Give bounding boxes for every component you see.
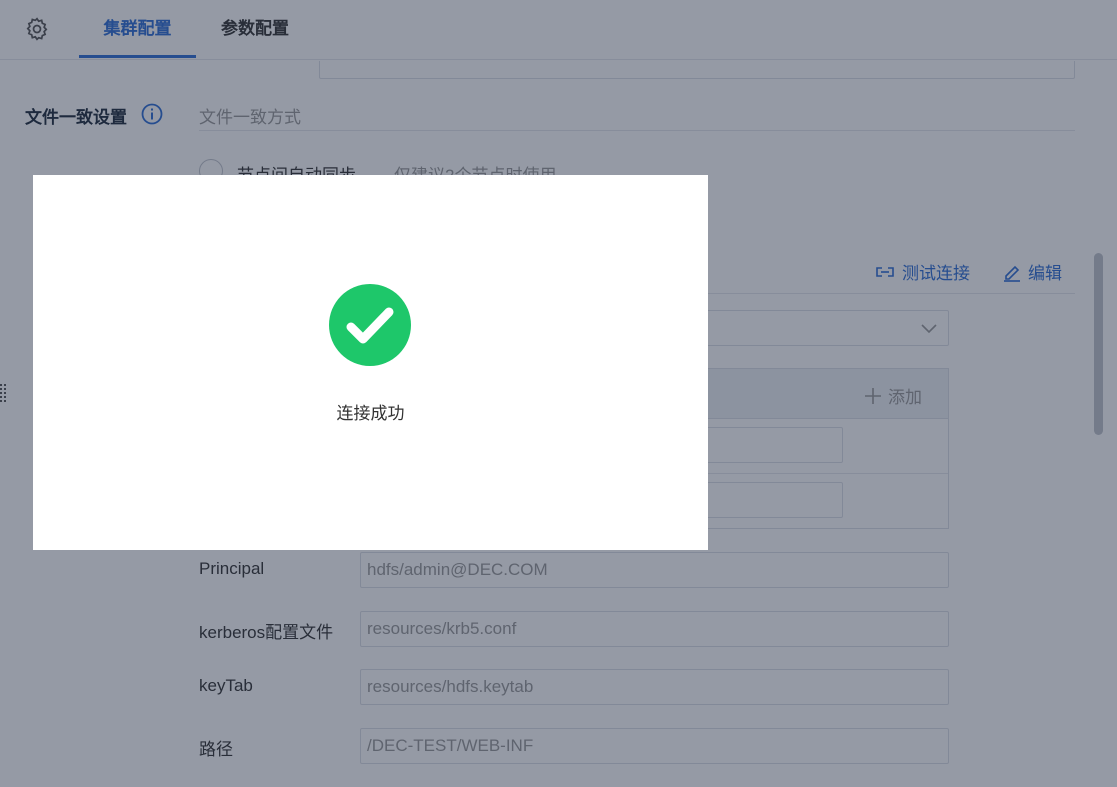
dialog-message: 连接成功 xyxy=(336,404,405,423)
success-dialog: 连接成功 xyxy=(33,175,708,550)
check-circle-icon xyxy=(329,284,411,366)
